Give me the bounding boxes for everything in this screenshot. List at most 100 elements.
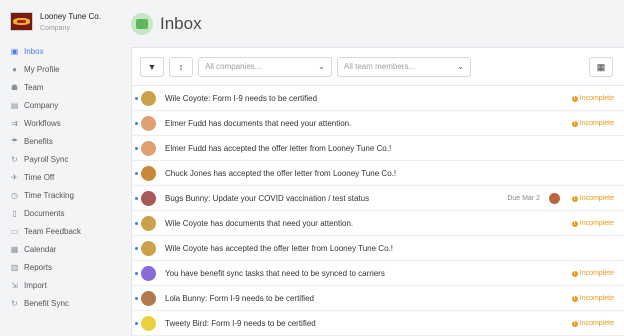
status-label: Incomplete	[579, 95, 614, 102]
page-title: Inbox	[160, 14, 202, 33]
avatar	[141, 116, 156, 131]
chevron-down-icon: ⌄	[457, 62, 464, 71]
sidebar-item-documents[interactable]: ▯ Documents	[0, 204, 122, 222]
status-label: Incomplete	[579, 295, 614, 302]
inbox-row[interactable]: Lola Bunny: Form I-9 needs to be certifi…	[132, 286, 624, 311]
status-badge: ! Incomplete	[571, 86, 614, 111]
due-date: Due Mar 2	[507, 195, 540, 202]
sidebar-item-label: Workflows	[24, 118, 61, 128]
warning-icon: !	[571, 96, 578, 102]
calendar-icon: ▦	[596, 61, 606, 72]
sidebar-item-inbox[interactable]: ▣ Inbox	[0, 42, 122, 60]
sidebar-item-payroll-sync[interactable]: ↻ Payroll Sync	[0, 150, 122, 168]
inbox-row-text: Wile Coyote has documents that need your…	[165, 219, 354, 228]
chevron-down-icon: ⌄	[318, 62, 325, 71]
status-badge: ! Incomplete	[571, 261, 614, 286]
inbox-row[interactable]: Wile Coyote: Form I-9 needs to be certif…	[132, 86, 624, 111]
warning-icon: !	[571, 196, 578, 202]
sidebar-item-team-feedback[interactable]: ▭ Team Feedback	[0, 222, 122, 240]
sidebar-item-label: Time Off	[24, 172, 55, 182]
sidebar-item-reports[interactable]: ▥ Reports	[0, 258, 122, 276]
company-subtitle: Company	[40, 25, 70, 32]
bar-chart-icon: ▥	[10, 262, 19, 272]
sidebar-item-label: Team	[24, 82, 44, 92]
filter-button[interactable]: ▼	[140, 57, 164, 77]
sidebar-item-calendar[interactable]: ▦ Calendar	[0, 240, 122, 258]
sidebar-item-import[interactable]: ⇲ Import	[0, 276, 122, 294]
team-members-select[interactable]: All team members... ⌄	[337, 57, 471, 77]
sidebar-item-label: Team Feedback	[24, 226, 81, 236]
inbox-row[interactable]: Chuck Jones has accepted the offer lette…	[132, 161, 624, 186]
calendar-icon: ▦	[10, 244, 19, 254]
inbox-row[interactable]: Tweety Bird: Form I-9 needs to be certif…	[132, 311, 624, 336]
sidebar-item-label: Documents	[24, 208, 65, 218]
sidebar-item-time-off[interactable]: ✈ Time Off	[0, 168, 122, 186]
unread-dot	[135, 97, 138, 100]
status-badge: ! Incomplete	[571, 311, 614, 336]
inbox-row-text: Elmer Fudd has documents that need your …	[165, 119, 352, 128]
inbox-row-text: Chuck Jones has accepted the offer lette…	[165, 169, 397, 178]
import-icon: ⇲	[11, 280, 18, 290]
inbox-row[interactable]: Wile Coyote has accepted the offer lette…	[132, 236, 624, 261]
sidebar-item-company[interactable]: ▤ Company	[0, 96, 122, 114]
clock-icon: ◷	[11, 190, 18, 200]
inbox-icon: ▣	[10, 46, 19, 56]
company-name: Looney Tune Co.	[40, 12, 101, 21]
sidebar-item-benefit-sync[interactable]: ↻ Benefit Sync	[0, 294, 122, 312]
sidebar-item-label: Company	[24, 100, 59, 110]
companies-select-placeholder: All companies...	[205, 62, 262, 71]
chat-icon: ▭	[10, 226, 19, 236]
inbox-row-text: Bugs Bunny: Update your COVID vaccinatio…	[165, 194, 370, 203]
inbox-row[interactable]: Elmer Fudd has accepted the offer letter…	[132, 136, 624, 161]
sidebar-item-label: Reports	[24, 262, 53, 272]
unread-dot	[135, 172, 138, 175]
sort-icon: ↕	[178, 62, 184, 72]
status-label: Incomplete	[579, 320, 614, 327]
company-logo	[10, 12, 33, 31]
sidebar-item-label: Time Tracking	[24, 190, 74, 200]
inbox-row[interactable]: Elmer Fudd has documents that need your …	[132, 111, 624, 136]
sidebar-item-label: Benefit Sync	[24, 298, 69, 308]
calendar-view-button[interactable]: ▦	[589, 57, 613, 77]
inbox-row[interactable]: Bugs Bunny: Update your COVID vaccinatio…	[132, 186, 624, 211]
unread-dot	[135, 122, 138, 125]
filter-icon: ▼	[147, 62, 157, 72]
sidebar-item-my-profile[interactable]: ● My Profile	[0, 60, 122, 78]
inbox-row[interactable]: Wile Coyote has documents that need your…	[132, 211, 624, 236]
team-icon: ☗	[10, 82, 19, 92]
company-switcher[interactable]: Looney Tune Co. Company	[10, 12, 101, 35]
toolbar: ▼ ↕ All companies... ⌄ All team members.…	[132, 48, 624, 86]
avatar	[141, 191, 156, 206]
avatar	[141, 266, 156, 281]
sidebar-item-team[interactable]: ☗ Team	[0, 78, 122, 96]
sidebar-item-workflows[interactable]: ⇉ Workflows	[0, 114, 122, 132]
status-label: Incomplete	[579, 270, 614, 277]
warning-icon: !	[571, 321, 578, 327]
sidebar: Looney Tune Co. Company ▣ Inbox ● My Profil…	[0, 0, 122, 336]
sidebar-item-time-tracking[interactable]: ◷ Time Tracking	[0, 186, 122, 204]
avatar	[141, 316, 156, 331]
sidebar-item-label: My Profile	[24, 64, 60, 74]
warning-icon: !	[571, 271, 578, 277]
unread-dot	[135, 247, 138, 250]
status-label: Incomplete	[579, 195, 614, 202]
unread-dot	[135, 322, 138, 325]
inbox-row[interactable]: You have benefit sync tasks that need to…	[132, 261, 624, 286]
avatar	[141, 216, 156, 231]
umbrella-icon: ☂	[10, 136, 19, 146]
workflows-icon: ⇉	[11, 118, 18, 128]
status-badge: ! Incomplete	[571, 211, 614, 236]
sidebar-item-label: Calendar	[24, 244, 57, 254]
sidebar-item-label: Benefits	[24, 136, 53, 146]
building-icon: ▤	[10, 100, 19, 110]
user-icon: ●	[12, 64, 17, 74]
sidebar-item-benefits[interactable]: ☂ Benefits	[0, 132, 122, 150]
sort-button[interactable]: ↕	[169, 57, 193, 77]
inbox-row-text: Tweety Bird: Form I-9 needs to be certif…	[165, 319, 316, 328]
companies-select[interactable]: All companies... ⌄	[198, 57, 332, 77]
inbox-row-text: Wile Coyote has accepted the offer lette…	[165, 244, 393, 253]
status-badge: ! Incomplete	[571, 286, 614, 311]
inbox-row-text: You have benefit sync tasks that need to…	[165, 269, 385, 278]
document-icon: ▯	[12, 208, 17, 218]
sidebar-nav: ▣ Inbox ● My Profile ☗ Team ▤ Company ⇉ Workflows…	[0, 42, 122, 312]
